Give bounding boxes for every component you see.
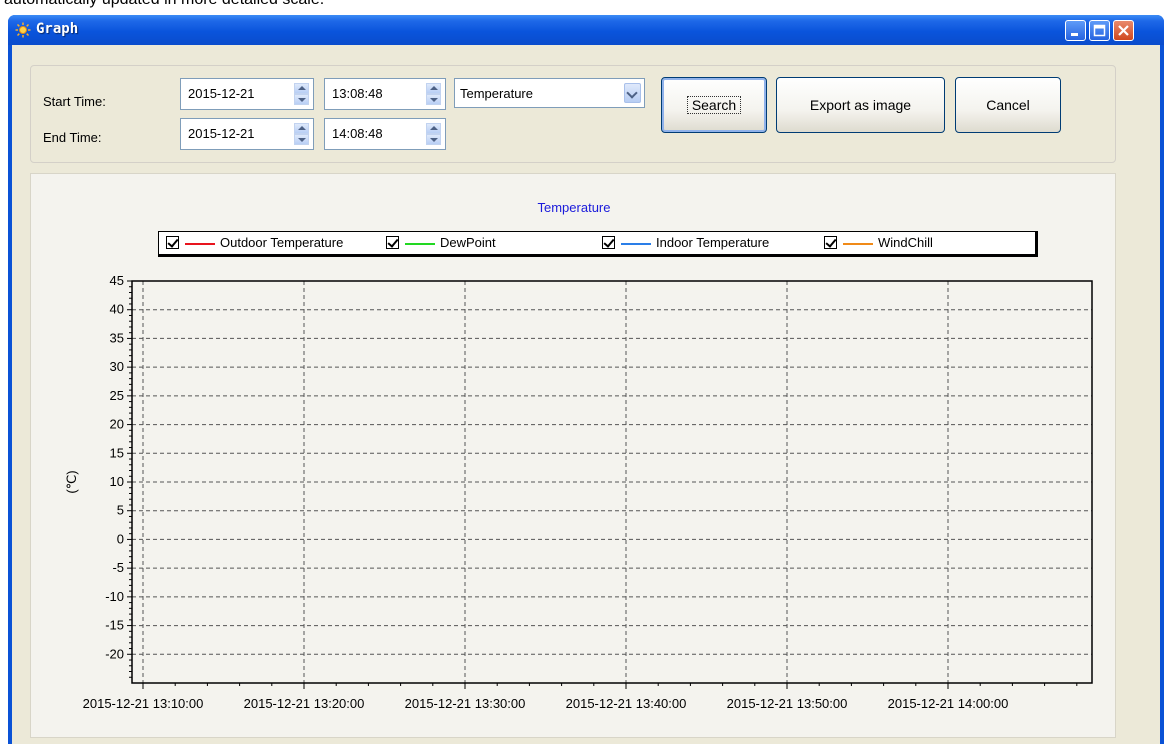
query-group: Start Time: End Time: 2015-12-21 13:08:4…	[30, 65, 1116, 163]
window-client-area: Start Time: End Time: 2015-12-21 13:08:4…	[12, 45, 1160, 744]
x-tick-label: 2015-12-21 13:50:00	[727, 696, 848, 711]
start-date-value: 2015-12-21	[188, 86, 255, 101]
y-tick-label: 20	[110, 417, 124, 432]
start-time-value: 13:08:48	[332, 86, 383, 101]
spin-up-icon[interactable]	[426, 83, 441, 94]
x-tick-label: 2015-12-21 13:40:00	[566, 696, 687, 711]
spin-down-icon[interactable]	[294, 134, 309, 145]
x-tick-label: 2015-12-21 14:00:00	[888, 696, 1009, 711]
search-button-label: Search	[686, 96, 742, 114]
y-tick-label: -5	[112, 560, 124, 575]
spin-down-icon[interactable]	[426, 134, 441, 145]
end-time-spinner[interactable]	[426, 123, 441, 145]
y-tick-label: 40	[110, 302, 124, 317]
close-icon	[1118, 25, 1129, 36]
end-time-field[interactable]: 14:08:48	[324, 118, 446, 150]
end-time-label: End Time:	[43, 130, 102, 145]
cancel-button-label: Cancel	[986, 97, 1030, 113]
y-tick-label: 5	[117, 503, 124, 518]
spin-up-icon[interactable]	[426, 123, 441, 134]
start-time-spinner[interactable]	[426, 83, 441, 105]
y-tick-label: 45	[110, 273, 124, 288]
temperature-chart: 45 40 35 30 25 20 15 10 5 0 -5 -10 -15 -20 2015-12-21 …	[64, 273, 1093, 711]
spin-down-icon[interactable]	[426, 94, 441, 105]
chart-panel: Temperature Outdoor Temperature DewPoint…	[30, 173, 1116, 738]
y-tick-label: 30	[110, 359, 124, 374]
x-tick-label: 2015-12-21 13:20:00	[244, 696, 365, 711]
top-caption: automatically updated in more detailed s…	[4, 0, 324, 9]
search-button[interactable]: Search	[661, 77, 767, 133]
spin-up-icon[interactable]	[294, 83, 309, 94]
end-date-spinner[interactable]	[294, 123, 309, 145]
export-button-label: Export as image	[809, 97, 912, 113]
start-time-label: Start Time:	[43, 94, 106, 109]
y-tick-label: -10	[105, 589, 124, 604]
end-date-field[interactable]: 2015-12-21	[180, 118, 314, 150]
x-tick-label: 2015-12-21 13:10:00	[83, 696, 204, 711]
title-bar[interactable]: Graph	[8, 15, 1164, 45]
y-tick-label: 15	[110, 445, 124, 460]
spin-up-icon[interactable]	[294, 123, 309, 134]
start-time-field[interactable]: 13:08:48	[324, 78, 446, 110]
data-type-value: Temperature	[460, 86, 533, 101]
x-tick-label: 2015-12-21 13:30:00	[405, 696, 526, 711]
minimize-icon	[1071, 33, 1078, 36]
window-title: Graph	[36, 21, 79, 37]
spin-down-icon[interactable]	[294, 94, 309, 105]
end-date-value: 2015-12-21	[188, 126, 255, 141]
y-tick-label: 25	[110, 388, 124, 403]
y-tick-label: -15	[105, 618, 124, 633]
maximize-icon	[1093, 24, 1106, 37]
y-axis-label: (℃)	[64, 470, 79, 493]
end-time-value: 14:08:48	[332, 126, 383, 141]
minimize-button[interactable]	[1065, 20, 1086, 41]
graph-window: Graph Start Time: End Time: 2015-12-21 1…	[8, 15, 1164, 744]
y-tick-label: 0	[117, 531, 124, 546]
start-date-spinner[interactable]	[294, 83, 309, 105]
weather-sun-icon	[15, 22, 31, 38]
close-button[interactable]	[1113, 20, 1134, 41]
export-image-button[interactable]: Export as image	[776, 77, 945, 133]
y-tick-label: 35	[110, 330, 124, 345]
y-tick-label: 10	[110, 474, 124, 489]
data-type-select[interactable]: Temperature	[454, 78, 645, 108]
cancel-button[interactable]: Cancel	[955, 77, 1061, 133]
start-date-field[interactable]: 2015-12-21	[180, 78, 314, 110]
y-tick-label: -20	[105, 646, 124, 661]
chevron-down-icon[interactable]	[624, 83, 641, 103]
maximize-button[interactable]	[1089, 20, 1110, 41]
